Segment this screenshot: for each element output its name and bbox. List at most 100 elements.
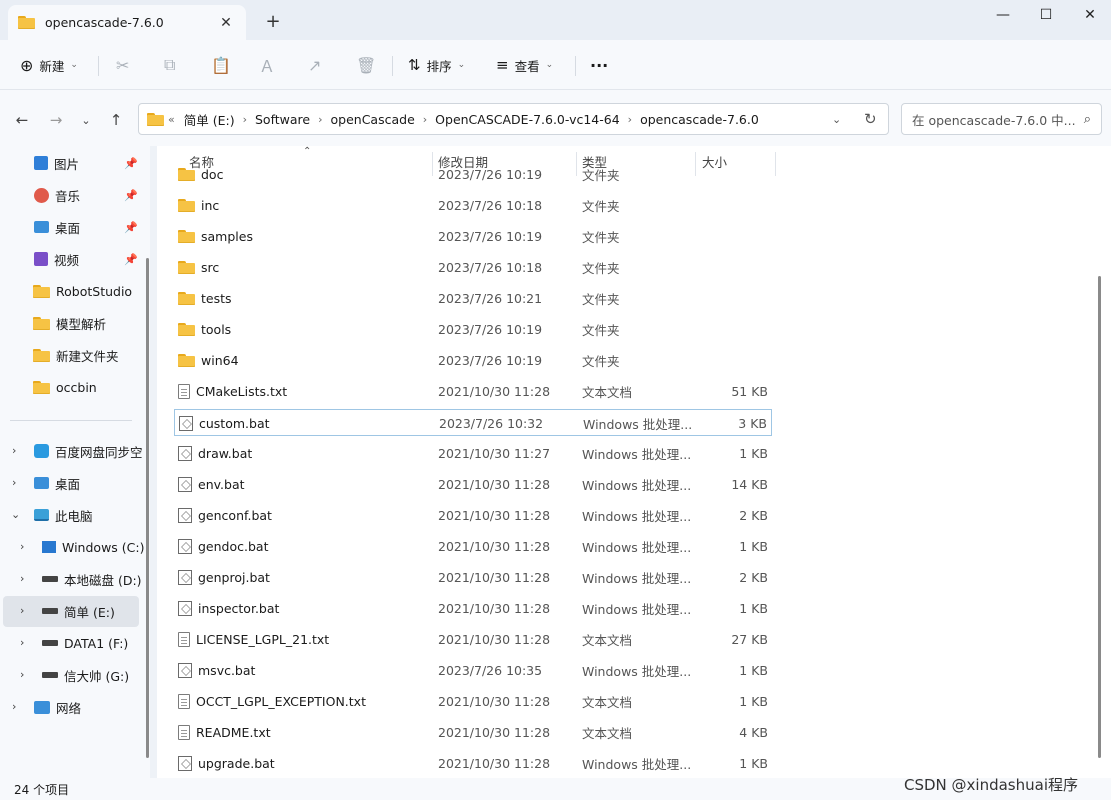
- rename-button[interactable]: Ａ: [259, 52, 275, 78]
- file-name-cell[interactable]: win64: [178, 347, 239, 374]
- file-name-cell[interactable]: custom.bat: [179, 410, 270, 437]
- breadcrumb-current[interactable]: opencascade-7.6.0: [640, 112, 759, 127]
- overflow-icon[interactable]: «: [168, 113, 175, 126]
- share-button[interactable]: ↗: [308, 52, 321, 78]
- pin-icon[interactable]: 📌: [124, 189, 138, 202]
- file-name-cell[interactable]: src: [178, 254, 219, 281]
- table-row[interactable]: samples 2023/7/26 10:19 文件夹: [174, 223, 772, 250]
- sidebar-item-occbin[interactable]: occbin: [33, 372, 97, 402]
- chevron-right-icon[interactable]: ›: [243, 113, 247, 126]
- table-row[interactable]: src 2023/7/26 10:18 文件夹: [174, 254, 772, 281]
- column-divider[interactable]: [775, 152, 776, 176]
- table-row[interactable]: doc 2023/7/26 10:19 文件夹: [174, 161, 772, 188]
- table-row[interactable]: msvc.bat 2023/7/26 10:35 Windows 批处理... 1 K…: [174, 657, 772, 684]
- file-name-cell[interactable]: doc: [178, 161, 223, 188]
- forward-button[interactable]: →: [44, 108, 68, 132]
- chevron-right-icon[interactable]: ›: [20, 668, 24, 681]
- search-input[interactable]: 在 opencascade-7.6.0 中... ⌕: [901, 103, 1102, 135]
- sidebar-item-music[interactable]: 音乐: [34, 180, 80, 210]
- table-row[interactable]: genproj.bat 2021/10/30 11:28 Windows 批处理..…: [174, 564, 772, 591]
- chevron-right-icon[interactable]: ›: [12, 444, 16, 457]
- file-name-cell[interactable]: OCCT_LGPL_EXCEPTION.txt: [178, 688, 366, 715]
- sidebar-item-desktop[interactable]: 桌面: [34, 212, 80, 242]
- sidebar-item-desktop-tree[interactable]: 桌面: [34, 468, 80, 498]
- file-name-cell[interactable]: genconf.bat: [178, 502, 272, 529]
- pin-icon[interactable]: 📌: [124, 157, 138, 170]
- chevron-right-icon[interactable]: ›: [20, 540, 24, 553]
- breadcrumb-drive[interactable]: 简单 (E:): [184, 110, 235, 129]
- file-name-cell[interactable]: samples: [178, 223, 253, 250]
- file-name-cell[interactable]: genproj.bat: [178, 564, 270, 591]
- close-window-button[interactable]: ✕: [1067, 0, 1111, 30]
- file-name-cell[interactable]: tests: [178, 285, 232, 312]
- table-row[interactable]: env.bat 2021/10/30 11:28 Windows 批处理... 14 …: [174, 471, 772, 498]
- up-button[interactable]: ↑: [104, 108, 128, 132]
- file-name-cell[interactable]: gendoc.bat: [178, 533, 268, 560]
- address-dropdown-icon[interactable]: ⌄: [832, 104, 841, 134]
- file-name-cell[interactable]: draw.bat: [178, 440, 252, 467]
- sidebar-item-drive-g[interactable]: 信大帅 (G:): [42, 660, 129, 690]
- sidebar-scrollbar[interactable]: [146, 258, 149, 758]
- table-row[interactable]: upgrade.bat 2021/10/30 11:28 Windows 批处理..…: [174, 750, 772, 777]
- sidebar-item-network[interactable]: 网络: [34, 692, 81, 722]
- tab-opencascade[interactable]: opencascade-7.6.0 ✕: [8, 5, 246, 40]
- breadcrumb-vc14[interactable]: OpenCASCADE-7.6.0-vc14-64: [435, 112, 620, 127]
- table-row[interactable]: CMakeLists.txt 2021/10/30 11:28 文本文档 51 KB: [174, 378, 772, 405]
- refresh-icon[interactable]: ↻: [864, 104, 877, 134]
- sidebar-item-drive-c[interactable]: Windows (C:): [42, 532, 144, 562]
- table-row[interactable]: genconf.bat 2021/10/30 11:28 Windows 批处理..…: [174, 502, 772, 529]
- copy-button[interactable]: ⧉: [164, 52, 175, 78]
- chevron-right-icon[interactable]: ›: [20, 572, 24, 585]
- chevron-right-icon[interactable]: ›: [20, 636, 24, 649]
- file-name-cell[interactable]: upgrade.bat: [178, 750, 275, 777]
- file-name-cell[interactable]: CMakeLists.txt: [178, 378, 287, 405]
- back-button[interactable]: ←: [10, 108, 34, 132]
- delete-button[interactable]: 🗑: [356, 52, 376, 78]
- chevron-right-icon[interactable]: ›: [12, 700, 16, 713]
- minimize-button[interactable]: —: [980, 0, 1026, 30]
- chevron-right-icon[interactable]: ›: [20, 604, 24, 617]
- table-row[interactable]: README.txt 2021/10/30 11:28 文本文档 4 KB: [174, 719, 772, 746]
- file-name-cell[interactable]: inspector.bat: [178, 595, 279, 622]
- pin-icon[interactable]: 📌: [124, 221, 138, 234]
- sort-button[interactable]: ⇅ 排序 ⌄: [408, 52, 465, 78]
- table-row[interactable]: tools 2023/7/26 10:19 文件夹: [174, 316, 772, 343]
- chevron-right-icon[interactable]: ›: [318, 113, 322, 126]
- sidebar-item-model-parsing[interactable]: 模型解析: [33, 308, 106, 338]
- tab-close-button[interactable]: ✕: [216, 13, 236, 33]
- sidebar-item-pictures[interactable]: 图片: [34, 148, 79, 178]
- file-name-cell[interactable]: LICENSE_LGPL_21.txt: [178, 626, 329, 653]
- address-bar[interactable]: « 简单 (E:) › Software › openCascade › Ope…: [138, 103, 889, 135]
- file-name-cell[interactable]: env.bat: [178, 471, 245, 498]
- pin-icon[interactable]: 📌: [124, 253, 138, 266]
- chevron-right-icon[interactable]: ›: [628, 113, 632, 126]
- chevron-right-icon[interactable]: ›: [12, 476, 16, 489]
- paste-button[interactable]: 📋: [211, 52, 231, 78]
- table-row[interactable]: gendoc.bat 2021/10/30 11:28 Windows 批处理...…: [174, 533, 772, 560]
- sidebar-item-drive-d[interactable]: 本地磁盘 (D:): [42, 564, 142, 594]
- sidebar-item-videos[interactable]: 视频: [34, 244, 79, 274]
- table-row[interactable]: tests 2023/7/26 10:21 文件夹: [174, 285, 772, 312]
- more-options-button[interactable]: ···: [590, 52, 608, 78]
- maximize-button[interactable]: ☐: [1023, 0, 1069, 30]
- table-row[interactable]: inc 2023/7/26 10:18 文件夹: [174, 192, 772, 219]
- sidebar-item-baidu-sync[interactable]: 百度网盘同步空: [34, 436, 143, 466]
- sidebar-item-drive-f[interactable]: DATA1 (F:): [42, 628, 128, 658]
- search-icon[interactable]: ⌕: [1084, 112, 1091, 127]
- chevron-down-icon[interactable]: ⌄: [11, 508, 20, 521]
- table-row[interactable]: OCCT_LGPL_EXCEPTION.txt 2021/10/30 11:28 文…: [174, 688, 772, 715]
- view-button[interactable]: ≡ 查看 ⌄: [496, 52, 553, 78]
- new-tab-button[interactable]: +: [262, 10, 284, 32]
- content-scrollbar[interactable]: [1098, 276, 1101, 758]
- chevron-right-icon[interactable]: ›: [423, 113, 427, 126]
- file-name-cell[interactable]: tools: [178, 316, 231, 343]
- cut-button[interactable]: ✂: [116, 52, 129, 78]
- sidebar-item-robotstudio[interactable]: RobotStudio: [33, 276, 132, 306]
- file-name-cell[interactable]: inc: [178, 192, 219, 219]
- table-row[interactable]: LICENSE_LGPL_21.txt 2021/10/30 11:28 文本文档 2…: [174, 626, 772, 653]
- table-row[interactable]: draw.bat 2021/10/30 11:27 Windows 批处理... 1 …: [174, 440, 772, 467]
- breadcrumb-opencascade[interactable]: openCascade: [331, 112, 415, 127]
- table-row[interactable]: custom.bat 2023/7/26 10:32 Windows 批处理... 3…: [174, 409, 772, 436]
- recent-locations-button[interactable]: ⌄: [74, 108, 98, 132]
- file-name-cell[interactable]: README.txt: [178, 719, 271, 746]
